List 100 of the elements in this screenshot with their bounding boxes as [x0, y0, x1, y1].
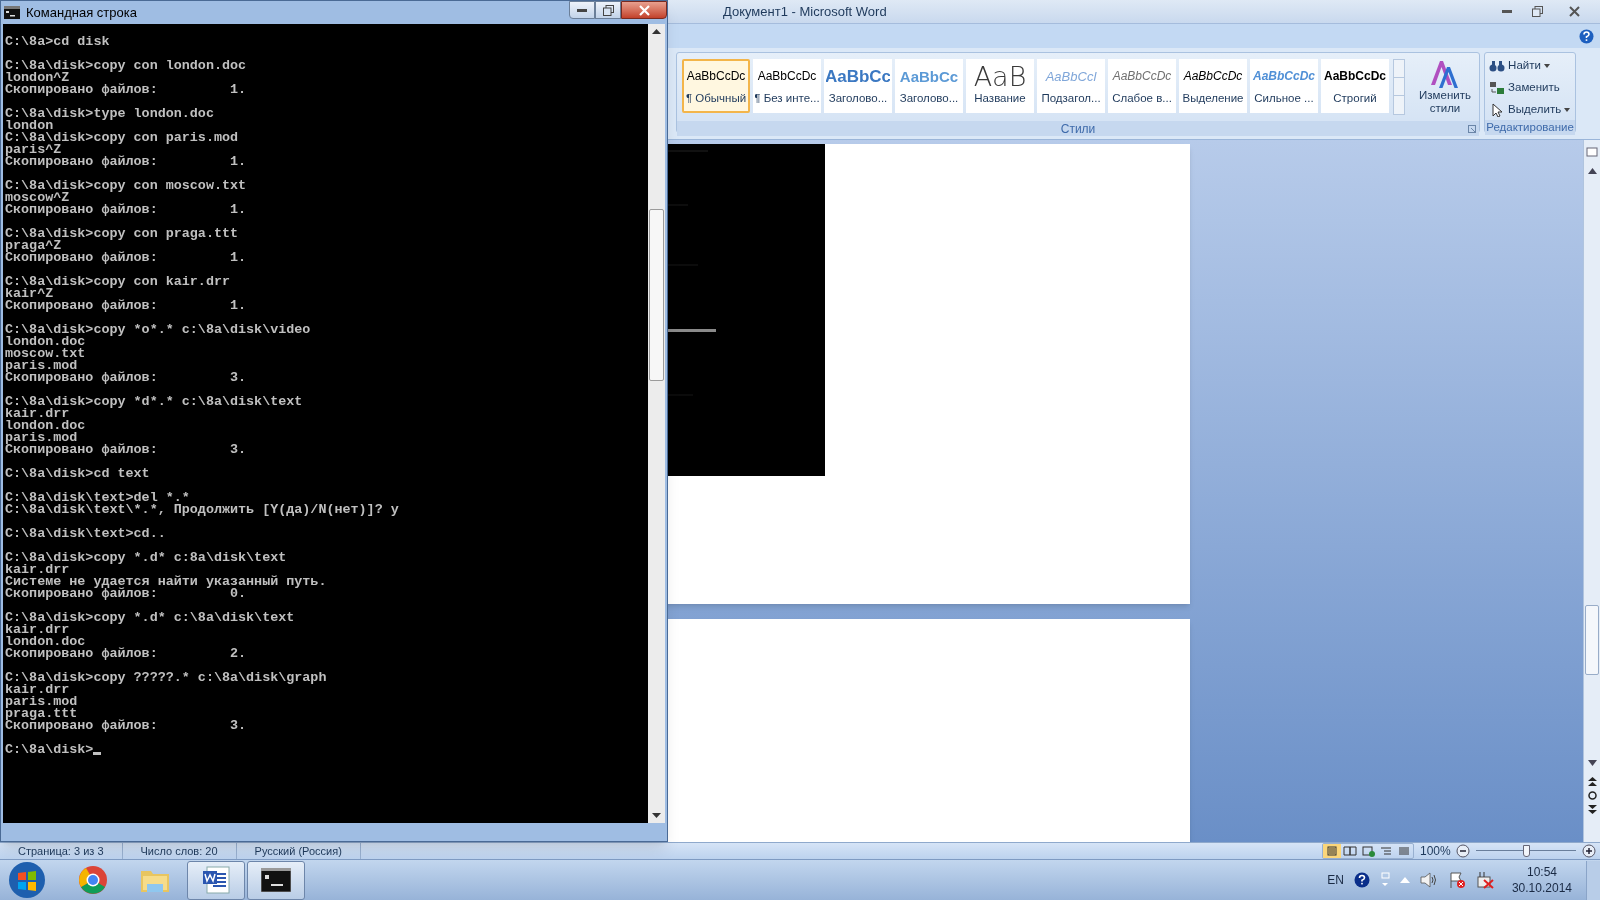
- ribbon-button[interactable]: Заменить: [1489, 78, 1575, 98]
- style-name: Название: [974, 91, 1026, 105]
- console-line: paris.mod: [5, 360, 78, 372]
- taskbar-button[interactable]: [247, 860, 305, 900]
- scroll-up-arrow-icon[interactable]: [1588, 168, 1597, 174]
- zoom-in-icon[interactable]: [1582, 844, 1596, 858]
- console-line: moscow^Z: [5, 192, 70, 204]
- console-line: paris.mod: [5, 432, 78, 444]
- console-line: Скопировано файлов: 1.: [5, 84, 247, 96]
- console-line: london.doc: [5, 336, 86, 348]
- console-line: C:\8a\disk>copy con moscow.txt: [5, 180, 247, 192]
- style-gallery-item[interactable]: AaBbCcDc Выделение: [1179, 59, 1247, 113]
- next-page-icon[interactable]: [1588, 805, 1597, 814]
- help-icon[interactable]: [1579, 28, 1594, 44]
- console-line: C:\8a\disk>copy *.d* c:8a\disk\text: [5, 552, 287, 564]
- reading-layout-icon[interactable]: [1341, 844, 1359, 858]
- console-line: C:\8a\disk>copy con london.doc: [5, 60, 247, 72]
- style-name: Сильное ...: [1254, 91, 1314, 105]
- console-line: C:\8a\disk>copy *d*.* c:\8a\disk\text: [5, 396, 303, 408]
- zoom-slider-thumb[interactable]: [1522, 845, 1530, 857]
- console-line: paris^Z: [5, 144, 62, 156]
- console-line: kair^Z: [5, 288, 54, 300]
- scroll-up-arrow-icon[interactable]: [652, 29, 661, 34]
- network-error-icon[interactable]: [1475, 871, 1494, 889]
- zoom-out-icon[interactable]: [1456, 844, 1470, 858]
- close-button[interactable]: [621, 1, 667, 19]
- style-gallery-item[interactable]: AaBbCcl Подзагол...: [1037, 59, 1105, 113]
- console-line: Скопировано файлов: 3.: [5, 372, 247, 384]
- scroll-down-arrow-icon[interactable]: [652, 813, 661, 818]
- caret-icon: [1543, 64, 1550, 68]
- console-line: C:\8a\disk>type london.doc: [5, 108, 214, 120]
- web-layout-icon[interactable]: [1359, 844, 1377, 858]
- scroll-down-arrow-icon[interactable]: [1588, 760, 1597, 766]
- style-gallery-item[interactable]: AaBbCcDc ¶ Без инте...: [753, 59, 821, 113]
- console-icon: [261, 868, 291, 892]
- console-line: C:\8a\disk\text\*.*, Продолжить [Y(да)/N(нет)]? y: [5, 504, 399, 516]
- minimize-button[interactable]: [569, 1, 595, 19]
- scroll-thumb[interactable]: [1585, 605, 1599, 675]
- style-gallery-item[interactable]: AaBbCcDc ¶ Обычный: [682, 59, 750, 113]
- style-gallery-item[interactable]: AaB Название: [966, 59, 1034, 113]
- style-name: Заголово...: [828, 91, 888, 105]
- style-gallery-item[interactable]: AaBbCcDc Слабое в...: [1108, 59, 1176, 113]
- minimize-icon: [1502, 10, 1512, 13]
- language-indicator[interactable]: EN: [1327, 871, 1344, 889]
- minimize-icon: [577, 8, 587, 12]
- clock-time[interactable]: 10:54: [1526, 864, 1557, 880]
- console-line: kair.drr: [5, 408, 70, 420]
- replace-icon: [1489, 81, 1506, 95]
- restore-icon: [1531, 6, 1543, 17]
- help-icon[interactable]: [1353, 872, 1370, 888]
- caret-icon: [1564, 108, 1571, 112]
- restore-icon: [602, 4, 614, 16]
- window-title: Командная строка: [26, 3, 137, 22]
- group-label: Редактирование: [1486, 119, 1574, 135]
- scroll-thumb[interactable]: [649, 209, 664, 381]
- print-layout-icon[interactable]: [1323, 844, 1341, 858]
- ribbon-button[interactable]: Найти: [1489, 56, 1575, 76]
- console-line: kair.drr: [5, 564, 70, 576]
- previous-page-icon[interactable]: [1588, 777, 1597, 786]
- console-line: Скопировано файлов: 3.: [5, 444, 247, 456]
- vertical-scrollbar[interactable]: [1583, 140, 1600, 842]
- style-gallery-item[interactable]: AaBbCcDc Строгий: [1321, 59, 1389, 113]
- style-gallery-item[interactable]: AaBbCcDc Сильное ...: [1250, 59, 1318, 113]
- style-name: Слабое в...: [1112, 91, 1172, 105]
- window-title: Документ1 - Microsoft Word: [723, 2, 887, 21]
- style-preview: AaBbCcDc: [1324, 68, 1386, 85]
- console-line: Скопировано файлов: 3.: [5, 720, 247, 732]
- console-icon: [4, 6, 20, 19]
- taskbar-button[interactable]: [187, 860, 245, 900]
- style-gallery-item[interactable]: AaBbCc Заголово...: [895, 59, 963, 113]
- speaker-icon[interactable]: [1419, 872, 1438, 888]
- console-line: Скопировано файлов: 1.: [5, 300, 247, 312]
- clock-date[interactable]: 30.10.2014: [1511, 880, 1572, 896]
- flag-warning-icon[interactable]: [1447, 871, 1466, 889]
- style-preview: AaBbCcDc: [686, 68, 746, 85]
- zoom-level[interactable]: 100%: [1420, 842, 1450, 860]
- vertical-scrollbar[interactable]: [648, 24, 665, 823]
- console-line: london: [5, 120, 54, 132]
- start-button[interactable]: [8, 861, 46, 899]
- console-line: praga.ttt: [5, 708, 78, 720]
- style-preview: AaBbCcDc: [1112, 68, 1172, 85]
- console-line: Скопировано файлов: 1.: [5, 204, 247, 216]
- browse-object-icon[interactable]: [1588, 791, 1597, 800]
- gallery-scrollbar[interactable]: [1393, 59, 1405, 115]
- style-name: Заголово...: [899, 91, 959, 105]
- close-icon: [1568, 6, 1580, 17]
- ruler-icon[interactable]: [1586, 146, 1598, 158]
- restore-button[interactable]: [595, 1, 621, 19]
- console-line: C:\8a\disk>copy *.d* c:\8a\disk\text: [5, 612, 295, 624]
- style-gallery-item[interactable]: AaBbCc Заголово...: [824, 59, 892, 113]
- change-styles-button[interactable]: Изменить стили: [1413, 59, 1477, 121]
- zoom-slider[interactable]: [1476, 844, 1576, 858]
- console-line: london.doc: [5, 420, 86, 432]
- console-line: C:\8a\disk>copy con paris.mod: [5, 132, 239, 144]
- console-line: Скопировано файлов: 2.: [5, 648, 247, 660]
- console-line: C:\8a>cd disk: [5, 36, 110, 48]
- console-line: london^Z: [5, 72, 70, 84]
- ribbon-button[interactable]: Выделить: [1489, 100, 1575, 120]
- dialog-launcher-icon[interactable]: [1468, 125, 1477, 133]
- console-line: C:\8a\disk>copy con kair.drr: [5, 276, 230, 288]
